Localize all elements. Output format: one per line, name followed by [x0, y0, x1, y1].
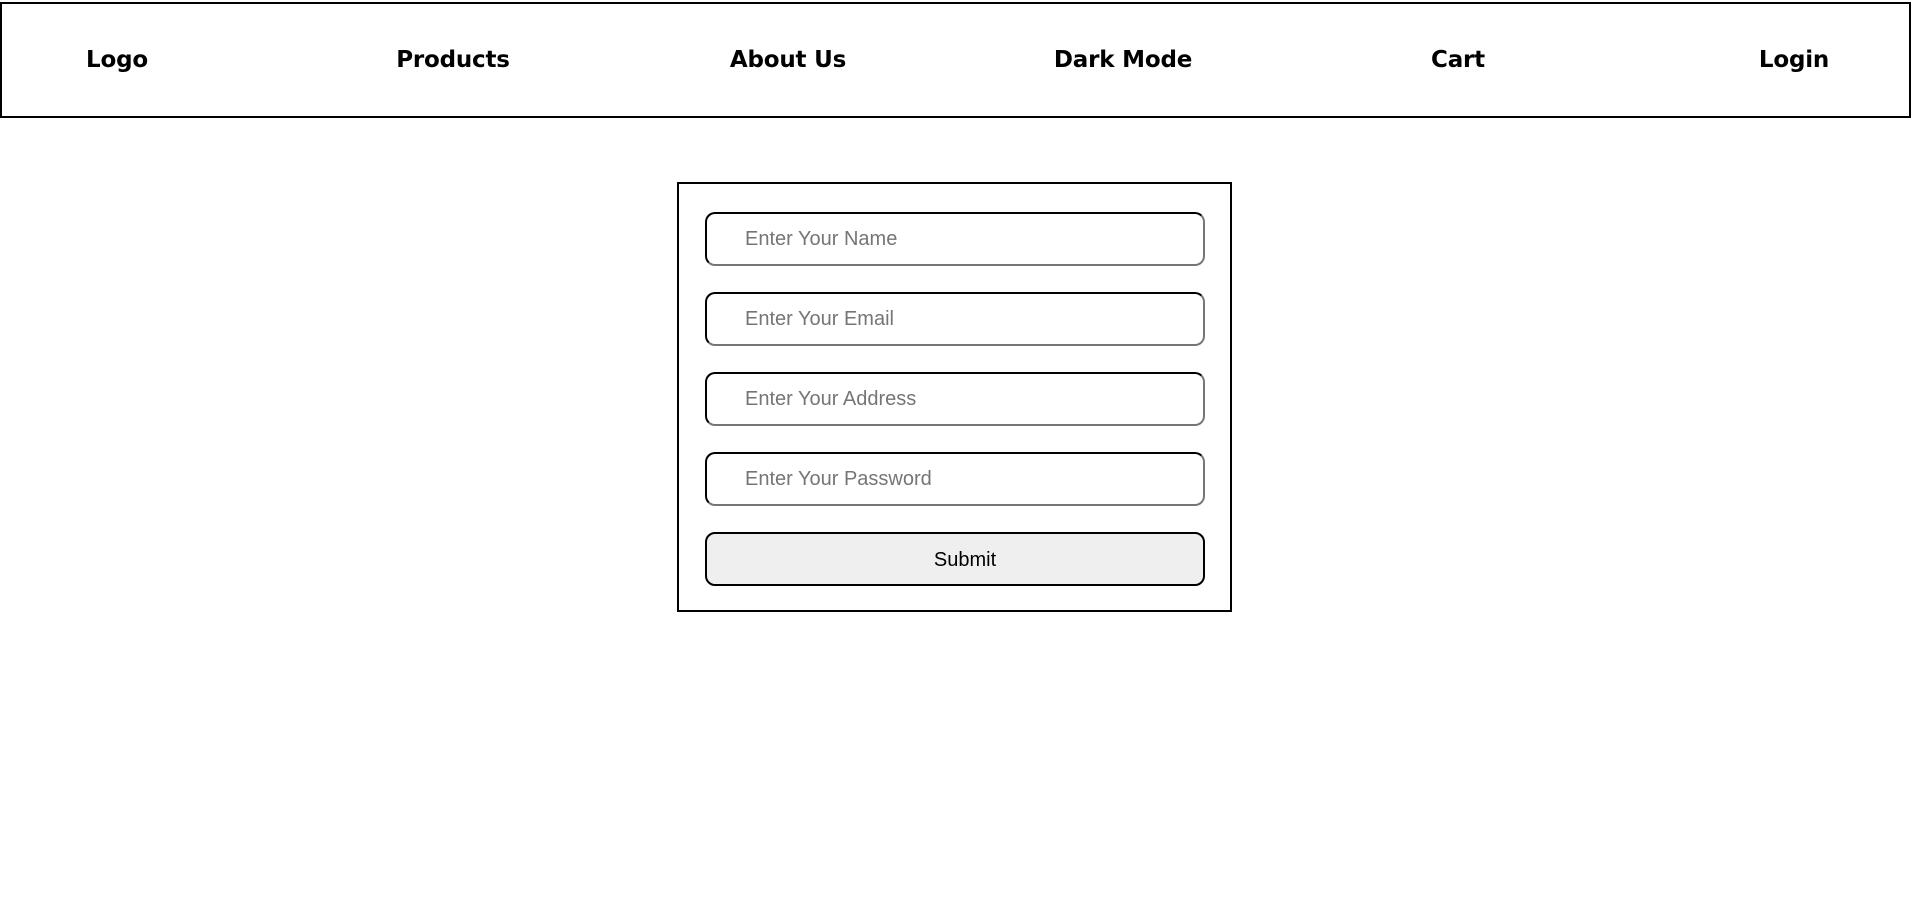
- top-navbar: Logo Products About Us Dark Mode Cart Lo…: [0, 2, 1911, 118]
- nav-item-about-us[interactable]: About Us: [668, 4, 908, 116]
- nav-item-cart[interactable]: Cart: [1338, 4, 1578, 116]
- registration-form: Submit: [677, 182, 1232, 612]
- logo[interactable]: Logo: [0, 4, 237, 116]
- nav-item-dark-mode[interactable]: Dark Mode: [1003, 4, 1243, 116]
- nav-item-products[interactable]: Products: [333, 4, 573, 116]
- nav-item-login[interactable]: Login: [1674, 4, 1914, 116]
- email-input[interactable]: [705, 292, 1205, 346]
- name-input[interactable]: [705, 212, 1205, 266]
- password-input[interactable]: [705, 452, 1205, 506]
- submit-button[interactable]: Submit: [705, 532, 1205, 586]
- address-input[interactable]: [705, 372, 1205, 426]
